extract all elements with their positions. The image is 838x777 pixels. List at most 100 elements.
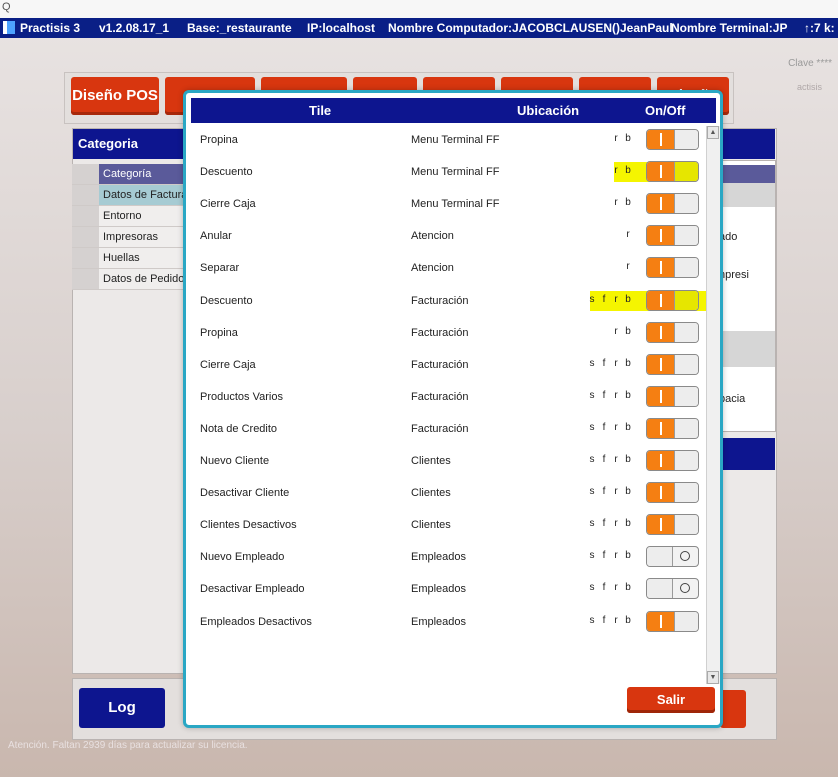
tile-flag: b	[625, 518, 631, 530]
onoff-toggle[interactable]	[646, 482, 699, 504]
tile-flag: f	[602, 389, 606, 401]
tile-flags: sfrb	[586, 454, 634, 465]
category-item-label: Datos de Pedidos	[103, 273, 190, 285]
license-notice: Atención. Faltan 2939 días para actualiz…	[8, 740, 248, 751]
toggle-knob	[674, 386, 698, 406]
toggle-on-fill	[647, 386, 675, 406]
right-column-row	[717, 331, 775, 367]
base-label: Base:_restaurante	[187, 21, 292, 35]
salir-button[interactable]: Salir	[627, 687, 715, 713]
tile-flag: r	[614, 165, 618, 177]
search-icon[interactable]: Q	[2, 1, 11, 13]
category-list-header: Categoría	[72, 164, 188, 185]
tab-diseno-pos[interactable]: Diseño POS	[71, 77, 159, 115]
tile-location: Facturación	[411, 358, 469, 371]
onoff-toggle[interactable]	[646, 257, 699, 279]
hidden-red-button[interactable]	[720, 690, 746, 728]
toggle-on-fill	[647, 162, 675, 182]
right-column-table: ado npresi pacia	[716, 160, 776, 432]
tile-row: Clientes Desactivos Clientes s f r b	[194, 509, 708, 541]
tile-flag: r	[614, 197, 618, 209]
tile-row: Empleados Desactivos Empleados s f r b	[194, 606, 708, 638]
category-header-label: Categoría	[103, 168, 152, 180]
tile-flag: b	[625, 454, 631, 465]
row-indicator	[72, 185, 99, 205]
toggle-knob	[674, 130, 698, 149]
tile-flag: f	[602, 518, 606, 530]
scroll-down-icon[interactable]: ▼	[707, 671, 719, 684]
onoff-toggle[interactable]	[646, 417, 699, 439]
row-indicator	[72, 206, 99, 226]
tile-location: Atencion	[411, 262, 454, 275]
onoff-toggle[interactable]	[646, 610, 699, 632]
tile-flag: r	[614, 518, 618, 530]
onoff-toggle[interactable]	[646, 450, 699, 471]
toggle-knob	[647, 579, 673, 599]
category-item[interactable]: Datos de Facturación	[72, 185, 208, 206]
onoff-toggle[interactable]	[646, 161, 699, 183]
tile-location: Facturación	[411, 326, 469, 339]
toggle-knob	[674, 226, 698, 246]
row-indicator	[72, 269, 99, 289]
tile-flag: r	[614, 133, 618, 144]
tile-flag: r	[614, 614, 618, 626]
tile-row: Descuento Facturación s f r b	[194, 285, 714, 317]
tile-row: Nuevo Empleado Empleados s f r b	[194, 541, 708, 573]
tile-name: Cierre Caja	[200, 358, 256, 371]
tile-row: Cierre Caja Facturación s f r b	[194, 349, 708, 381]
tile-flag: b	[625, 486, 631, 498]
tile-flag: s	[589, 357, 595, 369]
tile-flag: s	[589, 454, 595, 465]
toggle-on-fill	[647, 130, 675, 149]
scroll-up-icon[interactable]: ▲	[707, 126, 719, 139]
toggle-knob	[674, 322, 698, 342]
tile-location: Empleados	[411, 615, 467, 628]
toggle-knob	[674, 354, 698, 374]
tile-flag: b	[625, 582, 631, 594]
toggle-on-fill	[647, 515, 675, 535]
header-tile: Tile	[309, 103, 332, 118]
tile-flag: r	[614, 325, 618, 337]
onoff-toggle[interactable]	[646, 353, 699, 375]
tile-flag: s	[589, 582, 595, 594]
onoff-toggle[interactable]	[646, 578, 699, 600]
onoff-toggle[interactable]	[646, 514, 699, 536]
onoff-toggle[interactable]	[646, 385, 699, 407]
tile-location: Clientes	[411, 487, 451, 500]
scrollbar[interactable]: ▲ ▼	[706, 126, 720, 684]
onoff-toggle[interactable]	[646, 129, 699, 150]
row-indicator	[72, 164, 99, 184]
title-bar: Practisis 3 v1.2.08.17_1 Base:_restauran…	[0, 18, 838, 38]
onoff-toggle[interactable]	[646, 546, 699, 568]
toggle-on-fill	[647, 418, 675, 438]
tile-flags: rb	[610, 133, 634, 144]
tile-flag: f	[602, 454, 606, 465]
tile-flag: r	[614, 486, 618, 498]
category-item[interactable]: Huellas	[72, 248, 188, 269]
onoff-toggle[interactable]	[646, 289, 699, 311]
tile-row: Desactivar Empleado Empleados s f r b	[194, 573, 708, 605]
tile-flag: s	[589, 614, 595, 626]
category-item[interactable]: Entorno	[72, 206, 188, 227]
log-button[interactable]: Log	[79, 688, 165, 728]
tile-flag: b	[625, 614, 631, 626]
onoff-toggle[interactable]	[646, 225, 699, 247]
practisis-faint-logo: actisis	[796, 82, 822, 92]
tile-name: Nuevo Cliente	[200, 455, 270, 467]
category-item[interactable]: Datos de Pedidos	[72, 269, 190, 290]
tile-name: Desactivar Empleado	[200, 583, 305, 596]
onoff-toggle[interactable]	[646, 193, 699, 215]
tile-flags: sfrb	[586, 486, 634, 497]
tile-flag: f	[602, 614, 606, 626]
tile-flags: sfrb	[586, 518, 634, 529]
tile-flags: sfrb	[586, 615, 634, 626]
tile-name: Propina	[200, 326, 238, 339]
tile-flag: f	[602, 357, 606, 369]
tile-name: Anular	[200, 230, 232, 243]
tile-flags: sfrb	[586, 358, 634, 369]
tile-flag: b	[625, 389, 631, 401]
tile-name: Propina	[200, 134, 238, 146]
category-item[interactable]: Impresoras	[72, 227, 188, 248]
toggle-knob	[674, 483, 698, 503]
onoff-toggle[interactable]	[646, 321, 699, 343]
